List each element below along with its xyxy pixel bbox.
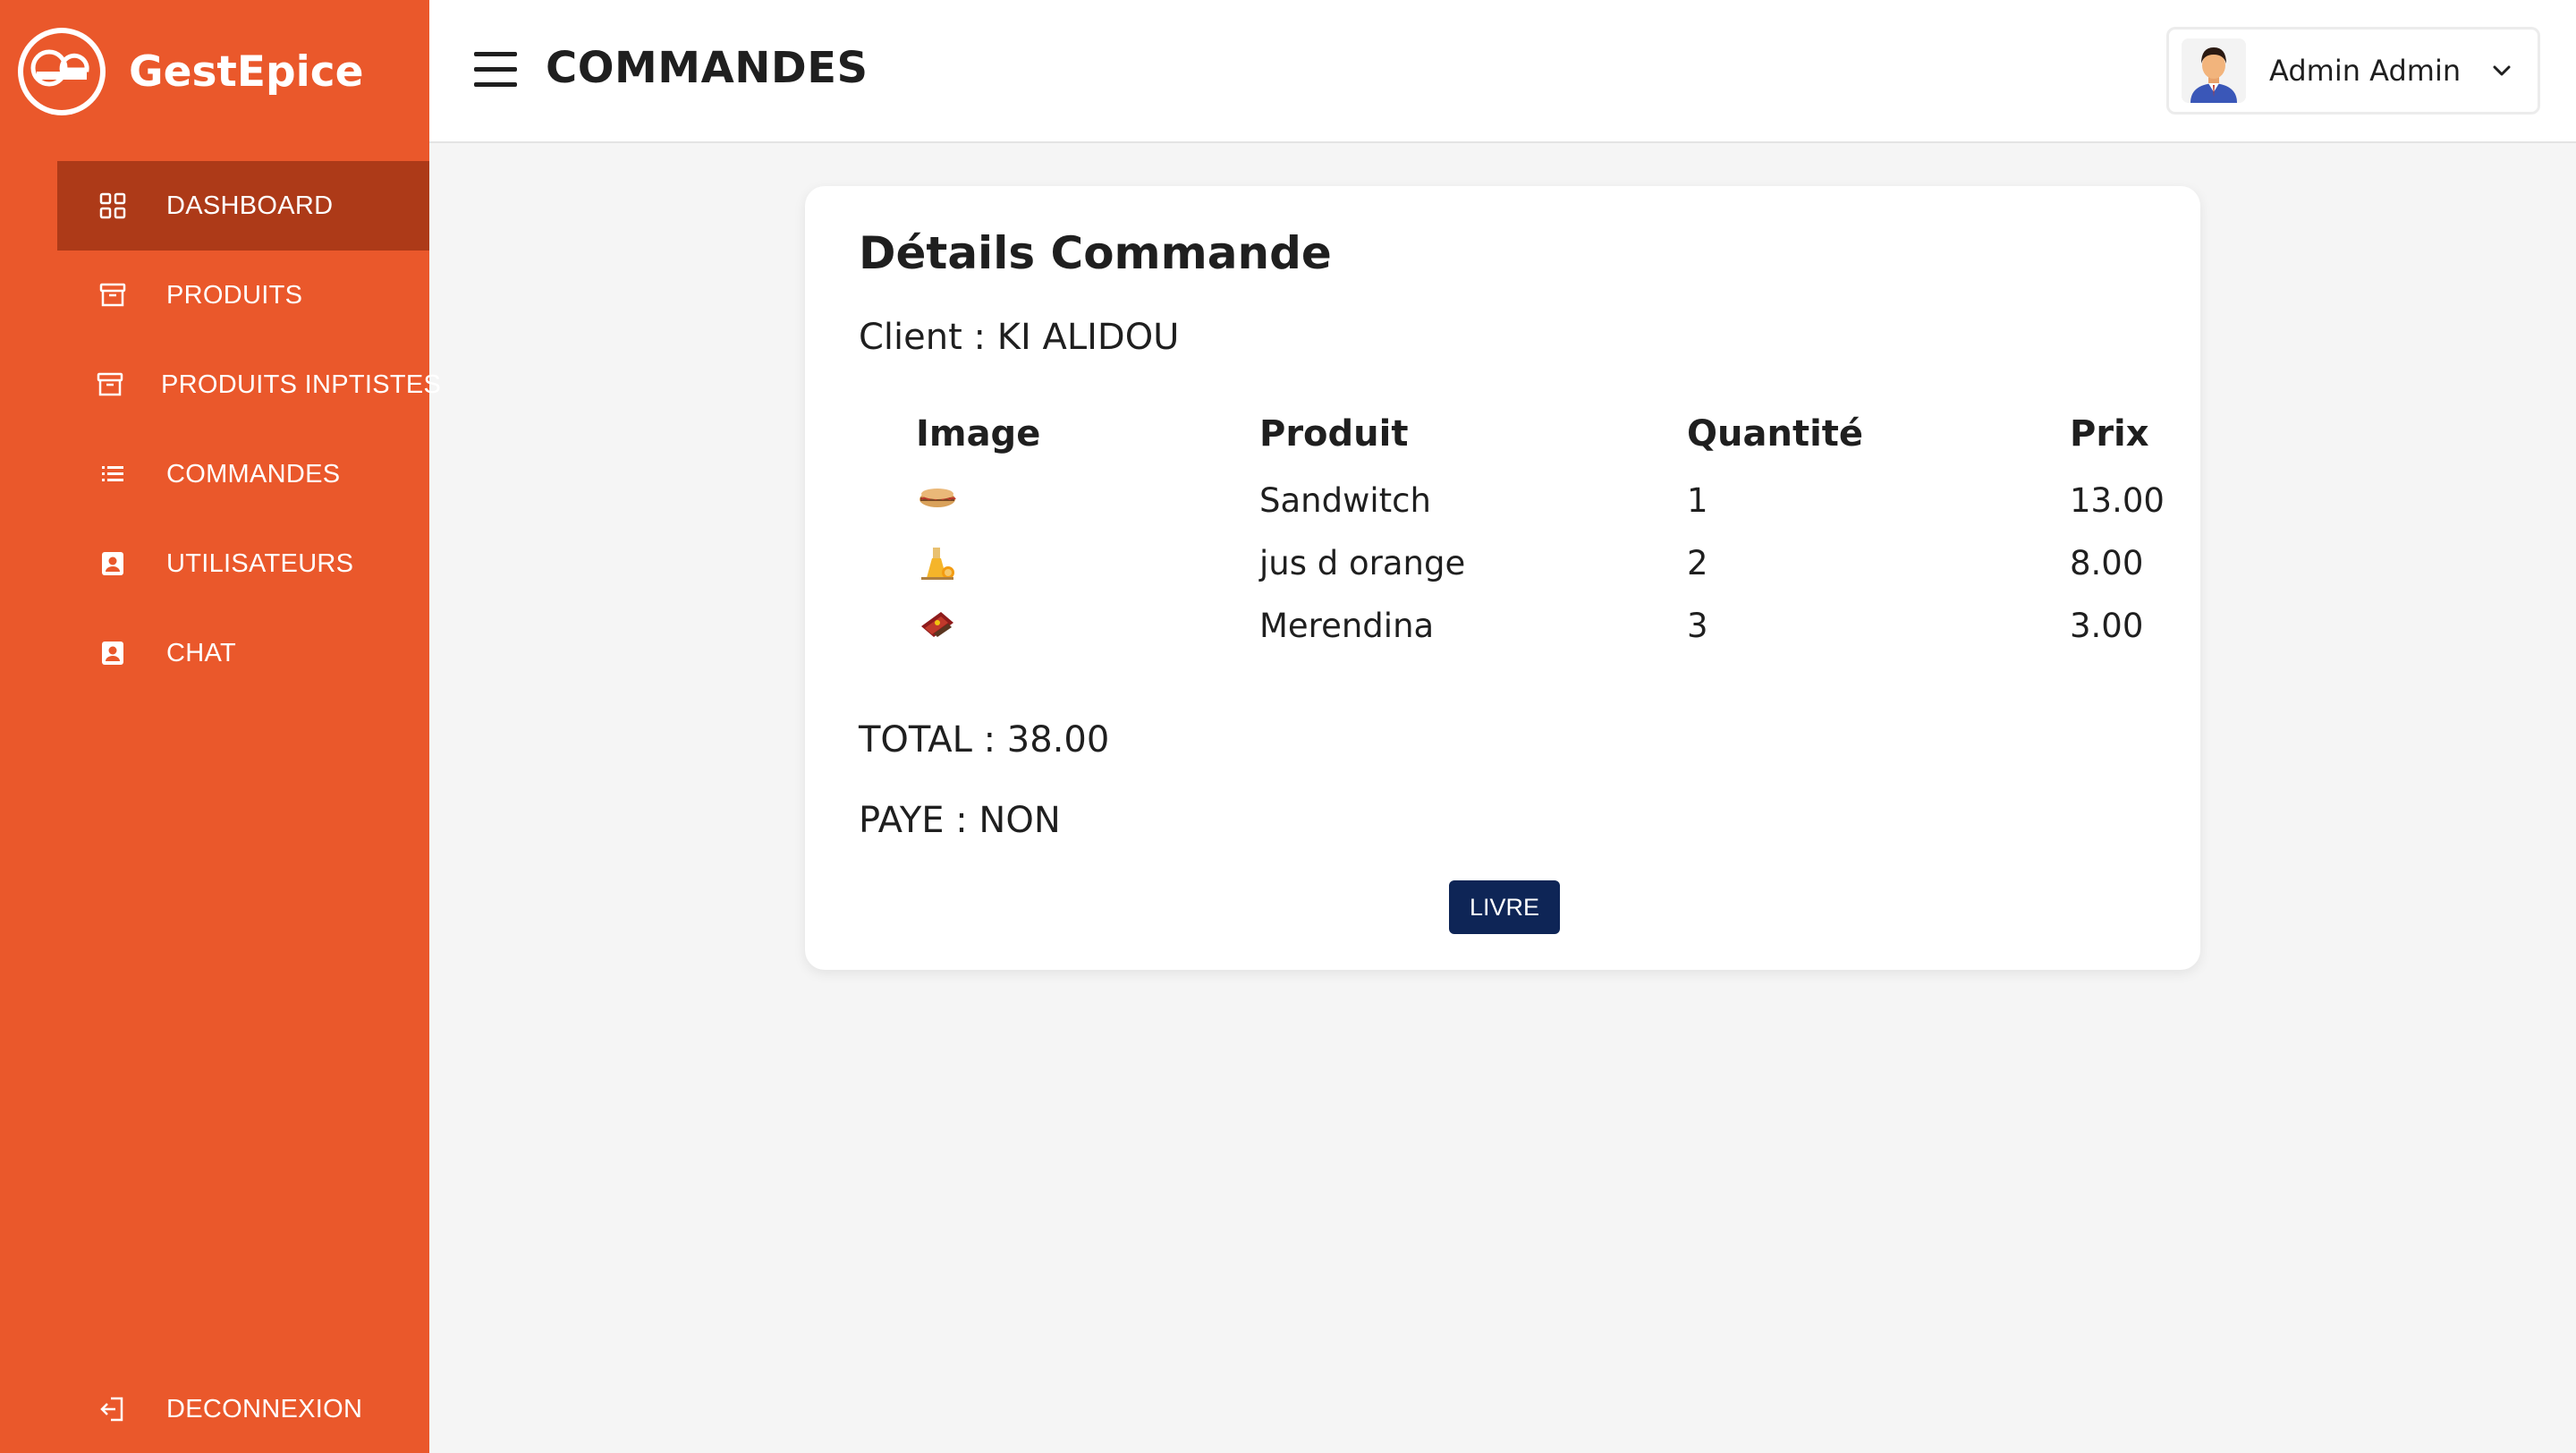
merendina-thumbnail-icon bbox=[921, 612, 953, 637]
column-header-image: Image bbox=[916, 413, 1041, 455]
product-name: jus d orange bbox=[1259, 544, 1466, 582]
admin-avatar-icon bbox=[2182, 38, 2246, 103]
livre-button[interactable]: LIVRE bbox=[1449, 880, 1560, 934]
user-name: Admin Admin bbox=[2269, 54, 2462, 88]
column-header-prix: Prix bbox=[2070, 413, 2149, 455]
logout-icon bbox=[97, 1393, 129, 1425]
list-icon bbox=[97, 458, 129, 490]
order-total: TOTAL : 38.00 bbox=[859, 719, 1110, 760]
logo-glyph-icon bbox=[30, 49, 89, 87]
column-header-quantite: Quantité bbox=[1687, 413, 1864, 455]
sidebar-item-label: PRODUITS bbox=[166, 280, 303, 310]
table-row: Merendina 3 3.00 bbox=[805, 607, 2200, 669]
product-price: 13.00 bbox=[2070, 481, 2165, 520]
payment-status: PAYE : NON bbox=[859, 800, 1061, 841]
product-price: 8.00 bbox=[2070, 544, 2144, 582]
sidebar-item-label: DASHBOARD bbox=[166, 191, 334, 220]
sidebar-item-label: CHAT bbox=[166, 638, 236, 667]
client-name: Client : KI ALIDOU bbox=[859, 317, 1180, 358]
sidebar-item-label: COMMANDES bbox=[166, 459, 341, 489]
column-header-produit: Produit bbox=[1259, 413, 1409, 455]
sandwich-thumbnail-icon bbox=[919, 489, 956, 507]
sidebar-item-produits[interactable]: PRODUITS bbox=[57, 251, 429, 340]
user-card-icon bbox=[97, 548, 129, 580]
product-quantity: 2 bbox=[1687, 544, 1708, 582]
sidebar-item-utilisateurs[interactable]: UTILISATEURS bbox=[57, 519, 429, 608]
grid-icon bbox=[97, 190, 129, 222]
order-details-card: Détails Commande Client : KI ALIDOU Imag… bbox=[805, 186, 2200, 970]
table-row: jus d orange 2 8.00 bbox=[805, 544, 2200, 607]
sidebar-item-produits-inptistes[interactable]: PRODUITS INPTISTES bbox=[57, 340, 441, 429]
archive-box-icon bbox=[97, 279, 129, 311]
sidebar-item-commandes[interactable]: COMMANDES bbox=[57, 429, 429, 519]
page-title: COMMANDES bbox=[546, 43, 869, 93]
hamburger-icon bbox=[474, 52, 517, 56]
table-row: Sandwitch 1 13.00 bbox=[805, 481, 2200, 544]
sidebar-item-label: PRODUITS INPTISTES bbox=[161, 370, 442, 399]
product-quantity: 1 bbox=[1687, 481, 1708, 520]
product-name: Sandwitch bbox=[1259, 481, 1431, 520]
sidebar-item-dashboard[interactable]: DASHBOARD bbox=[57, 161, 429, 251]
table-header-row: Image Produit Quantité Prix bbox=[805, 410, 2200, 481]
user-menu-button[interactable]: Admin Admin bbox=[2166, 27, 2540, 115]
brand[interactable]: GestEpice bbox=[18, 27, 364, 116]
product-quantity: 3 bbox=[1687, 607, 1708, 645]
chevron-down-icon bbox=[2493, 65, 2511, 76]
product-thumbnail bbox=[916, 481, 959, 517]
sidebar: GestEpice DASHBOARD PRODUITS PRODUITS IN… bbox=[0, 0, 441, 1453]
product-thumbnail bbox=[916, 544, 959, 580]
sidebar-item-label: UTILISATEURS bbox=[166, 548, 354, 578]
user-card-icon bbox=[97, 637, 129, 669]
logout-button[interactable]: DECONNEXION bbox=[57, 1364, 429, 1453]
avatar bbox=[2182, 38, 2246, 103]
card-title: Détails Commande bbox=[859, 227, 1332, 279]
product-name: Merendina bbox=[1259, 607, 1435, 645]
product-thumbnail bbox=[916, 607, 959, 642]
orange-juice-thumbnail-icon bbox=[921, 548, 954, 580]
brand-logo bbox=[18, 28, 106, 115]
logout-label: DECONNEXION bbox=[166, 1394, 363, 1423]
order-items-table: Image Produit Quantité Prix Sandwitch 1 … bbox=[805, 410, 2200, 669]
top-header: COMMANDES Admin Admin bbox=[429, 0, 2576, 143]
sidebar-item-chat[interactable]: CHAT bbox=[57, 608, 429, 698]
sidebar-nav: DASHBOARD PRODUITS PRODUITS INPTISTES CO… bbox=[57, 161, 441, 698]
archive-box-icon bbox=[97, 369, 123, 401]
product-price: 3.00 bbox=[2070, 607, 2144, 645]
brand-name: GestEpice bbox=[129, 47, 364, 97]
menu-toggle-button[interactable] bbox=[474, 52, 519, 89]
